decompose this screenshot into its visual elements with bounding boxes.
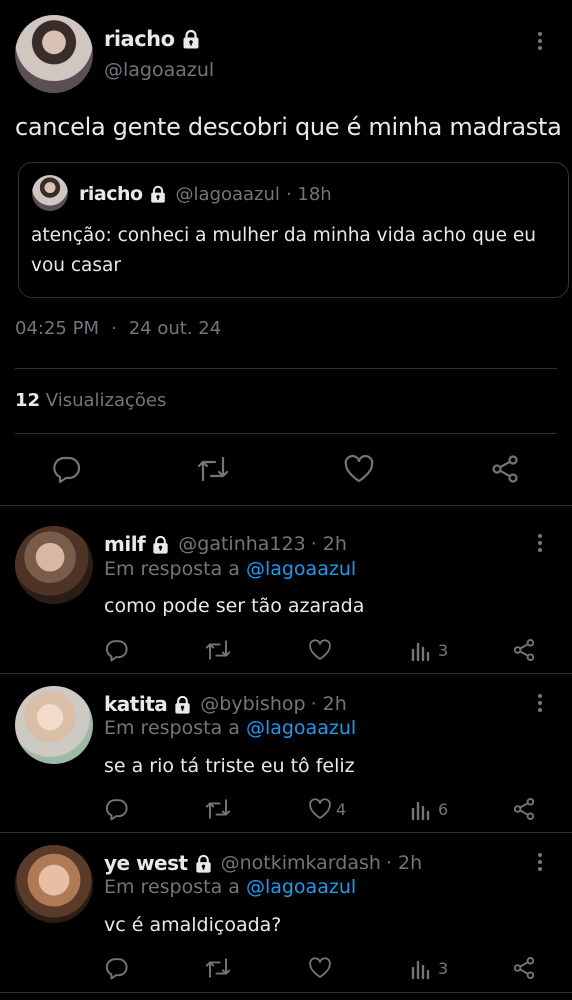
lock-icon [172,694,193,715]
quoted-time: · 18h [285,183,332,205]
views-count: 3 [438,958,449,978]
views-label: Visualizações [45,390,167,411]
share-icon[interactable] [512,797,536,821]
reply-header: milf @gatinha123 · 2h [104,531,347,557]
like-button[interactable]: 4 [308,797,346,821]
reply-context: Em resposta a @lagoaazul [104,558,356,580]
more-icon[interactable] [528,850,552,874]
views-button[interactable]: 3 [410,638,448,662]
divider [0,832,572,833]
quoted-handle: @lagoaazul [175,183,280,205]
views-icon[interactable] [410,956,432,980]
views-count: 3 [438,640,449,660]
quoted-display-name: riacho [79,183,143,205]
views-button[interactable]: 3 [410,956,448,980]
reply-text: vc é amaldiçoada? [104,914,282,936]
retweet-icon[interactable] [204,797,232,821]
views-button[interactable]: 6 [410,797,448,821]
reply-icon[interactable] [105,797,129,821]
views-count: 12 [15,390,41,411]
reply-display-name[interactable]: milf [104,532,146,556]
lock-icon [193,853,214,874]
reply-handle[interactable]: @notkimkardash [221,852,381,874]
reply-prefix: Em resposta a [104,558,240,580]
more-icon[interactable] [528,531,552,555]
divider [0,505,572,506]
timestamp-row: 04:25 PM · 24 out. 24 [15,318,221,339]
reply-to-link[interactable]: @lagoaazul [246,717,356,739]
like-button[interactable] [308,638,336,662]
reply-icon[interactable] [52,454,82,484]
lock-icon [148,184,168,204]
quoted-tweet-card[interactable]: riacho @lagoaazul · 18h atenção: conheci… [18,162,569,298]
views-row[interactable]: 12 Visualizações [15,390,166,411]
author-avatar[interactable] [15,15,93,93]
reply-prefix: Em resposta a [104,717,240,739]
reply-header: katita @bybishop · 2h [104,691,347,717]
retweet-icon[interactable] [196,454,230,484]
author-display-name[interactable]: riacho [104,27,175,51]
share-icon[interactable] [512,638,536,662]
reply-context: Em resposta a @lagoaazul [104,876,356,898]
divider [0,673,572,674]
reply-time: · 2h [310,533,347,555]
more-icon[interactable] [528,29,552,53]
reply-icon[interactable] [105,638,129,662]
timestamp-separator: · [110,318,117,339]
views-count: 6 [438,799,449,819]
divider [15,368,557,369]
views-icon[interactable] [410,638,432,662]
reply-avatar[interactable] [15,526,93,604]
like-icon[interactable] [308,797,332,821]
tweet-date: 24 out. 24 [128,318,222,339]
retweet-icon[interactable] [204,956,232,980]
tweet-time: 04:25 PM [15,318,99,339]
more-icon[interactable] [528,691,552,715]
reply-icon[interactable] [105,956,129,980]
reply-text: como pode ser tão azarada [104,595,365,617]
tweet-text: cancela gente descobri que é minha madra… [15,113,562,141]
reply-prefix: Em resposta a [104,876,240,898]
divider [15,433,557,434]
author-handle[interactable]: @lagoaazul [104,59,214,81]
quoted-author-avatar [32,175,68,211]
reply-time: · 2h [310,693,347,715]
like-count: 4 [336,799,347,819]
reply-text: se a rio tá triste eu tô feliz [104,755,355,777]
reply-avatar[interactable] [15,686,93,764]
reply-display-name[interactable]: ye west [104,851,188,875]
reply-to-link[interactable]: @lagoaazul [246,876,356,898]
share-icon[interactable] [512,956,536,980]
like-icon[interactable] [308,956,332,980]
quoted-author-row: riacho @lagoaazul · 18h [79,181,332,207]
reply-context: Em resposta a @lagoaazul [104,717,356,739]
author-name-row: riacho [104,24,202,54]
like-icon[interactable] [308,638,332,662]
quoted-text: atenção: conheci a mulher da minha vida … [31,225,536,276]
reply-handle[interactable]: @gatinha123 [178,533,305,555]
like-icon[interactable] [343,454,375,484]
reply-handle[interactable]: @bybishop [200,693,305,715]
views-icon[interactable] [410,797,432,821]
lock-icon [180,28,202,50]
share-icon[interactable] [490,454,520,484]
lock-icon [150,534,171,555]
reply-header: ye west @notkimkardash · 2h [104,850,422,876]
reply-to-link[interactable]: @lagoaazul [246,558,356,580]
like-button[interactable] [308,956,336,980]
reply-display-name[interactable]: katita [104,692,168,716]
retweet-icon[interactable] [204,638,232,662]
divider [0,992,572,993]
reply-avatar[interactable] [15,845,93,923]
reply-time: · 2h [385,852,423,874]
